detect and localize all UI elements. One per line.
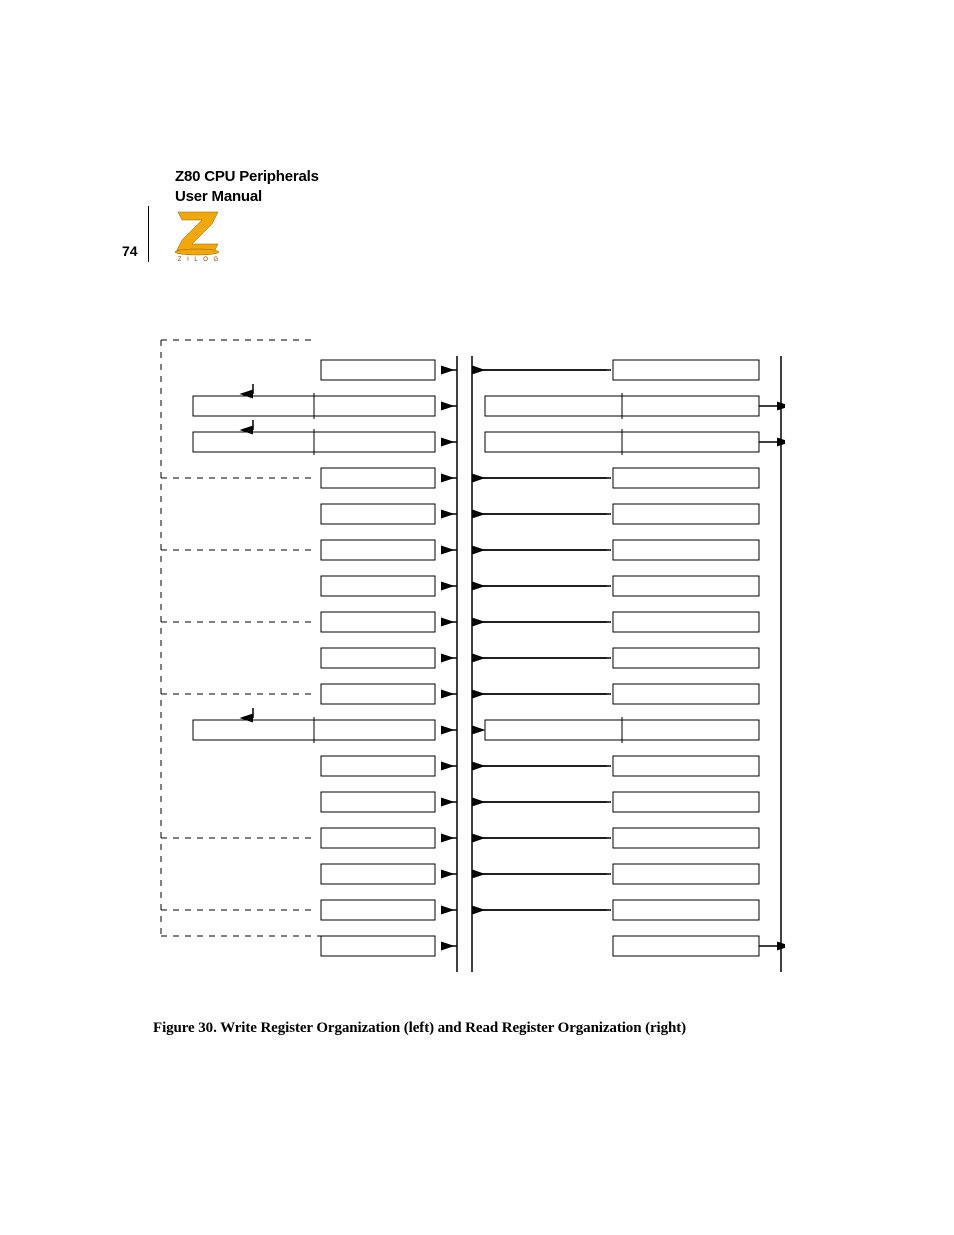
doc-title-line2: User Manual (175, 187, 319, 207)
zilog-logo-icon: Z I L O G (170, 206, 228, 262)
logo-text: Z I L O G (178, 257, 220, 262)
figure-caption: Figure 30. Write Register Organization (… (153, 1020, 686, 1037)
page-number: 74 (122, 243, 138, 259)
register-diagram (145, 336, 785, 976)
doc-title-line1: Z80 CPU Peripherals (175, 167, 319, 187)
header-rule (148, 206, 149, 262)
page: Z80 CPU Peripherals User Manual 74 Z I L… (0, 0, 954, 1235)
doc-title: Z80 CPU Peripherals User Manual (175, 167, 319, 206)
